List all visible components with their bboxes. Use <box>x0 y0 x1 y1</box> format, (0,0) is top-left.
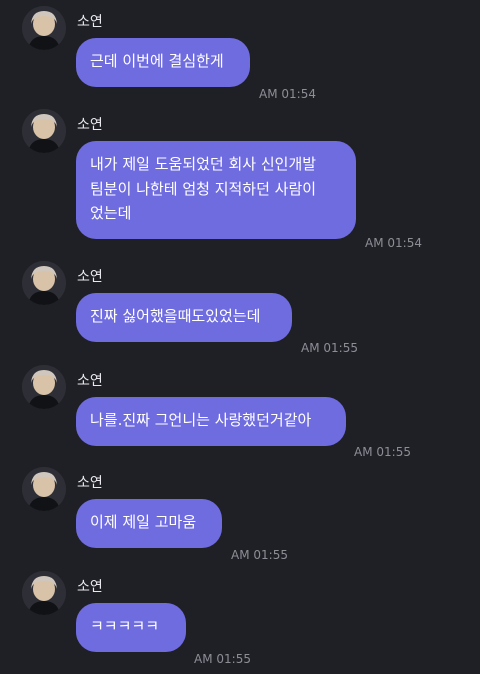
message-timestamp: AM 01:55 <box>194 652 251 666</box>
avatar[interactable] <box>22 365 66 409</box>
avatar[interactable] <box>22 571 66 615</box>
avatar[interactable] <box>22 109 66 153</box>
message-timestamp: AM 01:55 <box>301 341 358 355</box>
message-timestamp: AM 01:55 <box>231 548 288 562</box>
avatar[interactable] <box>22 467 66 511</box>
message-bubble[interactable]: 이제 제일 고마움 <box>76 499 222 548</box>
sender-name: 소연 <box>77 579 103 595</box>
sender-name: 소연 <box>77 14 103 30</box>
sender-name: 소연 <box>77 373 103 389</box>
sender-name: 소연 <box>77 269 103 285</box>
message-bubble[interactable]: 나를.진짜 그언니는 사랑했던거같아 <box>76 397 346 446</box>
message-bubble[interactable]: 진짜 싫어했을때도있었는데 <box>76 293 292 342</box>
avatar[interactable] <box>22 261 66 305</box>
message-timestamp: AM 01:55 <box>354 445 411 459</box>
profile-photo-icon <box>22 571 66 615</box>
profile-photo-icon <box>22 365 66 409</box>
profile-photo-icon <box>22 467 66 511</box>
chat-thread[interactable]: 소연 근데 이번에 결심한게 AM 01:54 소연 내가 제일 도움되었던 회… <box>0 0 480 674</box>
profile-photo-icon <box>22 261 66 305</box>
sender-name: 소연 <box>77 117 103 133</box>
profile-photo-icon <box>22 109 66 153</box>
message-timestamp: AM 01:54 <box>259 87 316 101</box>
sender-name: 소연 <box>77 475 103 491</box>
avatar[interactable] <box>22 6 66 50</box>
profile-photo-icon <box>22 6 66 50</box>
message-bubble[interactable]: ㅋㅋㅋㅋㅋ <box>76 603 186 652</box>
message-bubble[interactable]: 근데 이번에 결심한게 <box>76 38 250 87</box>
message-timestamp: AM 01:54 <box>365 236 422 250</box>
message-bubble[interactable]: 내가 제일 도움되었던 회사 신인개발 팀분이 나한테 엄청 지적하던 사람이 … <box>76 141 356 239</box>
